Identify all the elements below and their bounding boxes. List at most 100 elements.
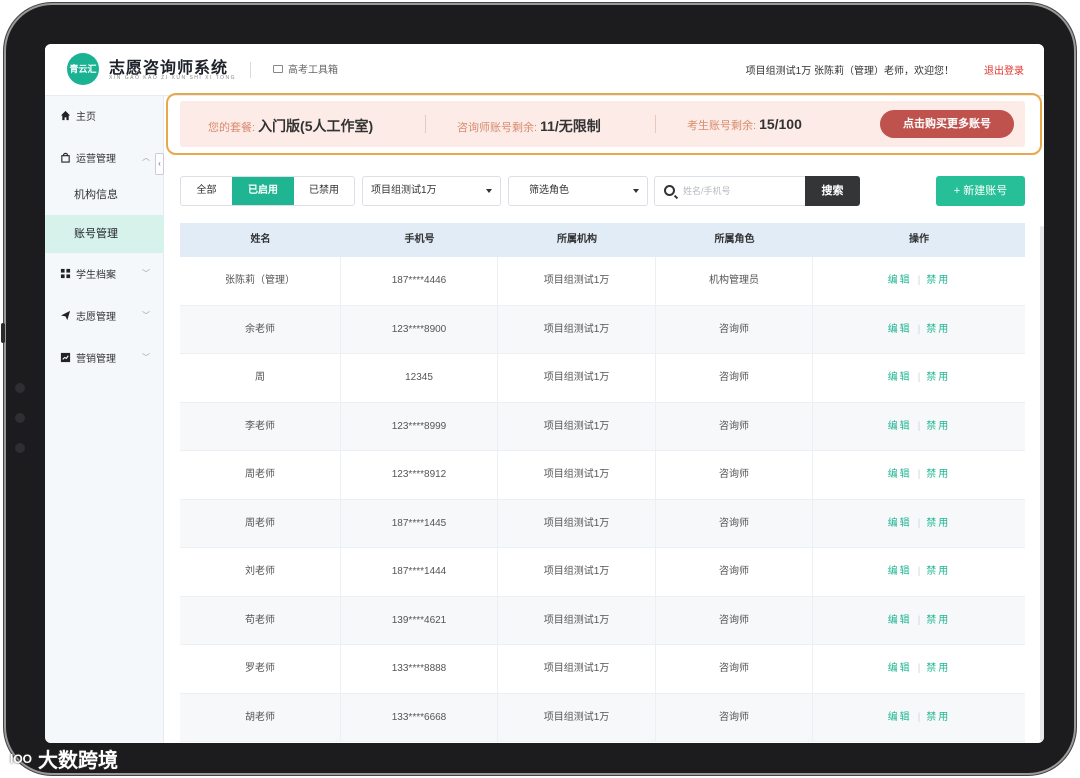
disable-link[interactable]: 禁用 xyxy=(926,663,950,674)
cell-phone: 123****8999 xyxy=(341,402,498,450)
cell-org: 项目组测试1万 xyxy=(498,305,656,353)
edit-link[interactable]: 编辑 xyxy=(888,372,912,383)
cell-name: 周老师 xyxy=(180,451,341,499)
edit-link[interactable]: 编辑 xyxy=(888,421,912,432)
cell-actions: 编辑 | 禁用 xyxy=(813,257,1025,305)
sidebar-item-student-records[interactable]: 学生档案 ﹀ xyxy=(45,254,164,292)
sidebar-item-label: 运营管理 xyxy=(76,153,116,165)
cell-actions: 编辑 | 禁用 xyxy=(813,597,1025,645)
action-separator: | xyxy=(917,711,921,723)
student-quota: 考生账号剩余: 15/100 xyxy=(687,116,802,133)
table-body: 张陈莉（管理） 187****4446 项目组测试1万 机构管理员 编辑 | 禁用 余老师 12… xyxy=(180,257,1025,742)
edit-link[interactable]: 编辑 xyxy=(888,518,912,529)
status-tab-all[interactable]: 全部 xyxy=(181,177,232,205)
action-separator: | xyxy=(917,566,921,577)
grid-icon xyxy=(60,268,71,278)
accounts-table: 姓名 手机号 所属机构 所属角色 操作 张陈莉（管理） 187****4446 项目… xyxy=(180,223,1025,742)
cell-actions: 编辑 | 禁用 xyxy=(813,548,1025,596)
column-header-org: 所属机构 xyxy=(557,234,597,245)
disable-link[interactable]: 禁用 xyxy=(926,469,950,480)
table-row: 周老师 123****8912 项目组测试1万 咨询师 编辑 | 禁用 xyxy=(180,451,1025,500)
watermark: lOO 大数跨境 xyxy=(10,744,118,773)
calendar-icon xyxy=(273,64,283,73)
consultant-label: 咨询师账号剩余: xyxy=(457,122,538,134)
edit-link[interactable]: 编辑 xyxy=(888,324,912,335)
cell-org: 项目组测试1万 xyxy=(498,499,656,547)
tablet-frame: 青云汇 志愿咨询师系统 XIN GAO KAO ZI XUN SHI XI TO… xyxy=(1,3,1076,775)
column-header-actions: 操作 xyxy=(909,234,929,245)
cell-org: 项目组测试1万 xyxy=(498,257,656,305)
edit-link[interactable]: 编辑 xyxy=(888,615,912,626)
sidebar-item-operations[interactable]: 运营管理 ︿ xyxy=(45,138,164,176)
cell-phone: 139****4621 xyxy=(341,596,498,644)
edit-link[interactable]: 编辑 xyxy=(888,566,912,577)
table-row: 余老师 123****8900 项目组测试1万 咨询师 编辑 | 禁用 xyxy=(180,305,1025,354)
paper-plane-icon xyxy=(60,310,71,320)
consultant-value: 11/无限制 xyxy=(540,118,601,134)
tablet-camera xyxy=(15,383,25,393)
cell-org: 项目组测试1万 xyxy=(498,354,656,402)
banner-divider xyxy=(425,115,426,133)
disable-link[interactable]: 禁用 xyxy=(926,518,950,529)
header-divider xyxy=(250,62,251,78)
table-row: 张陈莉（管理） 187****4446 项目组测试1万 机构管理员 编辑 | 禁用 xyxy=(180,257,1025,306)
cell-role: 咨询师 xyxy=(656,354,813,402)
org-select[interactable]: 项目组测试1万 xyxy=(362,176,501,206)
vertical-scrollbar[interactable] xyxy=(1040,226,1044,741)
cell-actions: 编辑 | 禁用 xyxy=(813,306,1025,354)
cell-name: 苟老师 xyxy=(180,596,341,644)
main-content: 您的套餐: 入门版(5人工作室) 咨询师账号剩余: 11/无限制 考生账号剩余: 15… xyxy=(164,93,1044,743)
cell-name: 周 xyxy=(180,354,341,402)
disable-link[interactable]: 禁用 xyxy=(926,566,950,577)
edit-link[interactable]: 编辑 xyxy=(888,663,912,674)
action-separator: | xyxy=(917,614,921,626)
disable-link[interactable]: 禁用 xyxy=(926,712,950,723)
edit-link[interactable]: 编辑 xyxy=(888,275,912,286)
action-separator: | xyxy=(917,275,921,286)
student-value: 15/100 xyxy=(759,116,802,132)
status-tab-disabled[interactable]: 已禁用 xyxy=(294,177,354,205)
cell-name: 胡老师 xyxy=(180,693,341,741)
chart-icon xyxy=(60,352,71,362)
plan-label: 您的套餐: xyxy=(208,122,256,134)
logout-link[interactable]: 退出登录 xyxy=(984,62,1024,77)
column-header-role: 所属角色 xyxy=(714,234,755,245)
search-button[interactable]: 搜索 xyxy=(805,176,860,206)
buy-more-accounts-button[interactable]: 点击购买更多账号 xyxy=(880,110,1014,138)
cell-actions: 编辑 | 禁用 xyxy=(813,451,1025,499)
cell-phone: 123****8912 xyxy=(341,451,498,499)
cell-actions: 编辑 | 禁用 xyxy=(813,500,1025,548)
search-input[interactable] xyxy=(683,183,798,199)
cell-phone: 187****1444 xyxy=(341,548,498,596)
cell-actions: 编辑 | 禁用 xyxy=(813,694,1025,742)
new-account-button[interactable]: + 新建账号 xyxy=(936,176,1025,206)
status-tab-enabled[interactable]: 已启用 xyxy=(232,177,294,205)
sidebar-item-org-info[interactable]: 机构信息 xyxy=(45,176,164,214)
disable-link[interactable]: 禁用 xyxy=(926,372,950,383)
sidebar: ‹ 主页 运营管理 ︿ 机构信息 账号管理 学生档案 ﹀ 志愿管理 ﹀ 营销管理… xyxy=(45,96,164,743)
disable-link[interactable]: 禁用 xyxy=(926,275,950,286)
sidebar-item-account-management[interactable]: 账号管理 xyxy=(45,215,164,253)
edit-link[interactable]: 编辑 xyxy=(888,712,912,723)
welcome-text: 项目组测试1万 张陈莉（管理）老师，欢迎您！ xyxy=(745,66,954,77)
cell-actions: 编辑 | 禁用 xyxy=(813,645,1025,693)
cell-name: 罗老师 xyxy=(180,645,341,693)
cell-name: 余老师 xyxy=(180,305,341,353)
cell-name: 刘老师 xyxy=(180,548,341,596)
logo-badge: 青云汇 xyxy=(67,53,99,85)
role-select[interactable]: 筛选角色 xyxy=(508,176,648,206)
search-icon xyxy=(664,185,675,196)
cell-role: 机构管理员 xyxy=(656,257,813,305)
toolbox-link[interactable]: 高考工具箱 xyxy=(273,61,338,76)
sidebar-item-home[interactable]: 主页 xyxy=(45,96,164,134)
disable-link[interactable]: 禁用 xyxy=(926,421,950,432)
disable-link[interactable]: 禁用 xyxy=(926,615,950,626)
plan-banner: 您的套餐: 入门版(5人工作室) 咨询师账号剩余: 11/无限制 考生账号剩余: 15… xyxy=(180,101,1025,147)
sidebar-item-volunteer-management[interactable]: 志愿管理 ﹀ xyxy=(45,296,164,334)
sidebar-item-marketing[interactable]: 营销管理 ﹀ xyxy=(45,338,164,376)
top-header: 青云汇 志愿咨询师系统 XIN GAO KAO ZI XUN SHI XI TO… xyxy=(45,44,1044,96)
sidebar-item-label: 志愿管理 xyxy=(76,311,116,323)
edit-link[interactable]: 编辑 xyxy=(888,469,912,480)
action-separator: | xyxy=(917,420,921,432)
disable-link[interactable]: 禁用 xyxy=(926,324,950,335)
